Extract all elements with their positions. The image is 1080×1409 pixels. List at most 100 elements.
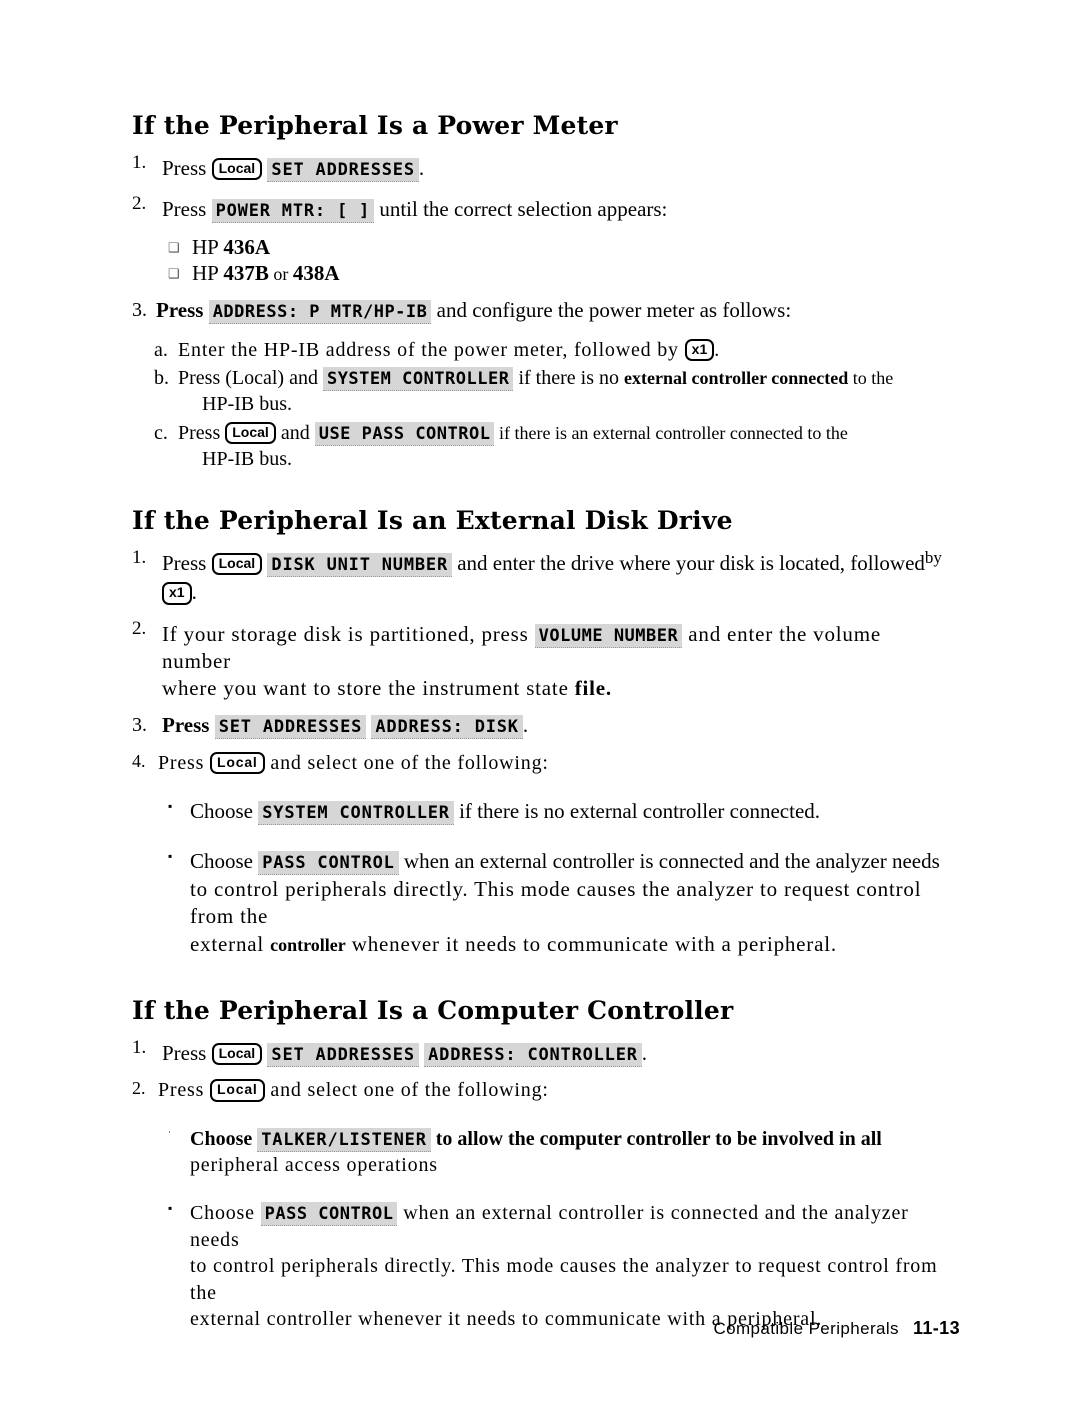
- step-text: Press Local DISK UNIT NUMBER and enter t…: [162, 547, 952, 607]
- step-tail-by: by: [924, 547, 942, 567]
- substep-letter: b.: [154, 367, 169, 390]
- step-3-power-meter: 3. Press ADDRESS: P MTR/HP-IB and config…: [132, 297, 952, 325]
- hardkey-local[interactable]: Local: [211, 157, 263, 181]
- model-conjunction: or: [268, 264, 293, 285]
- hardkey-local[interactable]: Local: [210, 751, 265, 775]
- softkey-disk-unit-number[interactable]: DISK UNIT NUMBER: [267, 552, 452, 577]
- step-text: Press Local SET ADDRESSES ADDRESS: CONTR…: [162, 1040, 952, 1068]
- softkey-address-disk[interactable]: ADDRESS: DISK: [371, 715, 523, 740]
- page-content: If the Peripheral Is a Power Meter 1. Pr…: [132, 111, 952, 1333]
- substep-text: Enter the HP-IB address of the power met…: [178, 337, 952, 364]
- power-meter-model-list: ❑ HP 436A ❑ HP 437B or 438A: [132, 234, 952, 288]
- list-item-continuation-2: external controller whenever it needs to…: [190, 931, 952, 959]
- filled-square-bullet-icon: ·: [168, 1126, 171, 1137]
- step-continuation-emphasis: file.: [574, 676, 612, 701]
- substep-continuation: HP-IB bus.: [202, 393, 293, 416]
- step-number: 2.: [132, 617, 147, 639]
- step-tail: and select one of the following:: [264, 1079, 549, 1102]
- substep-emphasis: external controller connected: [623, 368, 849, 389]
- model-number-alt: 438A: [292, 261, 340, 286]
- list-item-text: Choose PASS CONTROL when an external con…: [190, 848, 952, 959]
- page-number: 11-13: [912, 1318, 960, 1338]
- substep-mid: if there is no: [513, 367, 624, 390]
- hardkey-local[interactable]: Local: [211, 1042, 263, 1066]
- hardkey-x1[interactable]: x1: [684, 338, 715, 362]
- step-number: 1.: [132, 1036, 147, 1058]
- step-1-computer-controller: 1. Press Local SET ADDRESSES ADDRESS: CO…: [132, 1037, 952, 1068]
- softkey-talker-listener[interactable]: TALKER/LISTENER: [257, 1127, 431, 1152]
- softkey-address-p-mtr[interactable]: ADDRESS: P MTR/HP-IB: [208, 300, 432, 325]
- list-item: ▪ Choose PASS CONTROL when an external c…: [168, 848, 952, 959]
- softkey-pass-control[interactable]: PASS CONTROL: [260, 1202, 398, 1227]
- step-number: 1.: [132, 151, 147, 173]
- substep-conjunction: and: [275, 421, 315, 444]
- list-item: ▪ Choose PASS CONTROL when an external c…: [168, 1200, 952, 1332]
- list-item: ❑ HP 436A: [168, 234, 952, 261]
- step-text: Press SET ADDRESSES ADDRESS: DISK.: [162, 712, 952, 740]
- list-item: a. Enter the HP-IB address of the power …: [154, 337, 952, 364]
- softkey-system-controller[interactable]: SYSTEM CONTROLLER: [258, 801, 454, 826]
- hardkey-local[interactable]: Local: [210, 1079, 265, 1102]
- substep-pre: Enter the HP-IB address of the power met…: [178, 338, 685, 361]
- list-item-label: HP 437B or 438A: [192, 260, 340, 287]
- substep-continuation: HP-IB bus.: [202, 448, 293, 471]
- softkey-volume-number[interactable]: VOLUME NUMBER: [534, 623, 683, 648]
- step-text: Press ADDRESS: P MTR/HP-IB and configure…: [156, 297, 952, 325]
- press-word: Press: [162, 550, 207, 575]
- period: .: [641, 1040, 648, 1065]
- step-tail: and select one of the following:: [264, 751, 549, 774]
- step-number: 4.: [132, 750, 146, 771]
- page-footer: Compatible Peripherals 11-13: [132, 1318, 960, 1339]
- model-number: 436A: [223, 234, 270, 259]
- computer-controller-choice-list: · Choose TALKER/LISTENER to allow the co…: [132, 1126, 952, 1333]
- softkey-set-addresses[interactable]: SET ADDRESSES: [267, 1042, 419, 1067]
- list-item-post: when an external controller is connected…: [398, 848, 940, 873]
- softkey-set-addresses[interactable]: SET ADDRESSES: [214, 715, 367, 740]
- model-prefix: HP: [192, 234, 224, 259]
- press-word: Press: [158, 1079, 205, 1102]
- step-4-disk-drive: 4. Press Local and select one of the fol…: [132, 750, 952, 777]
- softkey-set-addresses[interactable]: SET ADDRESSES: [267, 157, 419, 182]
- hardkey-local[interactable]: Local: [211, 552, 263, 576]
- softkey-pass-control[interactable]: PASS CONTROL: [258, 850, 399, 875]
- hardkey-x1[interactable]: x1: [162, 582, 192, 605]
- hollow-square-bullet-icon: ❑: [168, 266, 180, 282]
- step-number: 3.: [132, 714, 147, 737]
- continuation-pre: external: [190, 932, 271, 957]
- step-tail: until the correct selection appears:: [379, 197, 668, 222]
- disk-drive-choice-list: ▪ Choose SYSTEM CONTROLLER if there is n…: [132, 798, 952, 959]
- list-item: · Choose TALKER/LISTENER to allow the co…: [168, 1126, 952, 1179]
- list-item-continuation-1: to control peripherals directly. This mo…: [190, 876, 922, 929]
- press-word: Press: [158, 751, 205, 774]
- substep-text: Press Local and USE PASS CONTROL if ther…: [178, 420, 952, 473]
- step-1-disk-drive: 1. Press Local DISK UNIT NUMBER and ente…: [132, 547, 952, 607]
- choose-word: Choose: [190, 1127, 258, 1150]
- list-item: b. Press (Local) and SYSTEM CONTROLLER i…: [154, 365, 952, 418]
- list-item: c. Press Local and USE PASS CONTROL if t…: [154, 420, 952, 473]
- list-item-text: Choose PASS CONTROL when an external con…: [190, 1200, 952, 1332]
- softkey-power-mtr[interactable]: POWER MTR: [ ]: [211, 199, 375, 224]
- step-pre: If your storage disk is partitioned, pre…: [162, 621, 535, 646]
- hardkey-local[interactable]: Local: [225, 421, 276, 445]
- list-item-post: if there is no external controller conne…: [453, 799, 821, 824]
- step-number: 2.: [132, 193, 147, 215]
- period: .: [191, 580, 197, 605]
- list-item-continuation-1: peripheral access operations: [190, 1153, 438, 1176]
- manual-page: If the Peripheral Is a Power Meter 1. Pr…: [0, 0, 1080, 1409]
- softkey-address-controller[interactable]: ADDRESS: CONTROLLER: [424, 1042, 642, 1067]
- step-number: 2.: [132, 1078, 146, 1099]
- press-word: Press: [162, 713, 210, 738]
- list-item-text: Choose SYSTEM CONTROLLER if there is no …: [190, 798, 952, 826]
- choose-word: Choose: [190, 799, 259, 824]
- section-heading-computer-controller: If the Peripheral Is a Computer Controll…: [132, 995, 734, 1025]
- softkey-system-controller[interactable]: SYSTEM CONTROLLER: [322, 367, 514, 392]
- list-item: ❑ HP 437B or 438A: [168, 260, 952, 287]
- step-2-computer-controller: 2. Press Local and select one of the fol…: [132, 1077, 952, 1104]
- period: .: [522, 713, 529, 738]
- step-number: 3.: [132, 299, 147, 322]
- substep-pre: Press: [178, 421, 226, 444]
- choose-word: Choose: [190, 848, 259, 873]
- press-word: Press: [156, 298, 204, 323]
- softkey-use-pass-control[interactable]: USE PASS CONTROL: [314, 421, 495, 446]
- step-2-power-meter: 2. Press POWER MTR: [ ] until the correc…: [132, 193, 952, 224]
